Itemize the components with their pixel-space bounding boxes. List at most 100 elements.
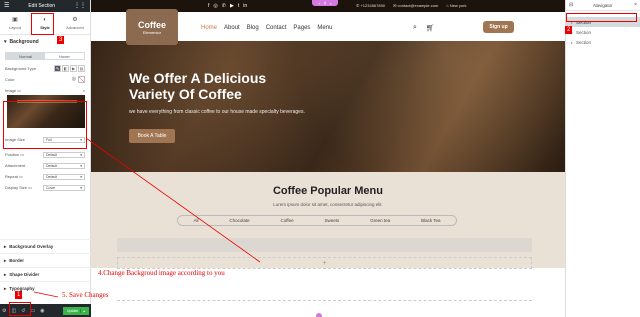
linkedin-icon[interactable]: in bbox=[243, 3, 247, 9]
menu-item-pages[interactable]: Pages bbox=[293, 25, 310, 31]
close-icon[interactable]: × bbox=[329, 1, 331, 6]
navigator-item-section-3[interactable]: ▸ Section bbox=[566, 37, 640, 47]
section-background-overlay[interactable]: ▸ Background Overlay bbox=[0, 239, 91, 253]
facebook-icon[interactable]: f bbox=[208, 3, 209, 9]
image-label-text: Image bbox=[5, 88, 17, 93]
hamburger-icon[interactable]: ☰ bbox=[4, 3, 9, 9]
section-edit-handle[interactable]: + ⠿ × bbox=[312, 0, 338, 6]
globe-icon[interactable]: ◎ bbox=[72, 76, 76, 83]
monitor-icon: ▭ bbox=[20, 152, 25, 157]
background-type-row: Background Type ✎ ◧ ▶ ▤ bbox=[0, 63, 90, 74]
twitter-icon[interactable]: t bbox=[238, 3, 239, 9]
color-label: Color bbox=[5, 77, 15, 82]
section-border[interactable]: ▸ Border bbox=[0, 253, 91, 267]
position-value: Default bbox=[46, 152, 58, 157]
annotation-step4-text: 4.Change Backgroud image according to yo… bbox=[98, 269, 225, 277]
youtube-icon[interactable]: ▶ bbox=[230, 3, 234, 9]
annotation-badge-1: 1 bbox=[15, 291, 23, 299]
responsive-icon[interactable]: ▭ bbox=[30, 308, 35, 314]
state-toggle: Normal Hover bbox=[5, 52, 85, 60]
gradient-icon[interactable]: ◧ bbox=[62, 65, 69, 72]
instagram-icon[interactable]: ◎ bbox=[213, 3, 217, 9]
history-icon[interactable]: ↺ bbox=[21, 308, 25, 314]
eye-icon[interactable]: ◉ bbox=[40, 308, 44, 314]
plus-icon[interactable]: + bbox=[318, 1, 320, 6]
position-select[interactable]: Default ▾ bbox=[43, 151, 85, 158]
menu-item-home[interactable]: Home bbox=[201, 25, 217, 31]
popular-menu-title: Coffee Popular Menu bbox=[272, 185, 383, 197]
navigator-item-section-1[interactable]: ▸ Section bbox=[566, 17, 640, 27]
category-all[interactable]: All bbox=[193, 218, 198, 223]
move-icon[interactable]: ⠿ bbox=[324, 1, 327, 6]
section-shape-divider-label: Shape Divider bbox=[9, 272, 40, 277]
menu-item-about[interactable]: About bbox=[224, 25, 240, 31]
contact-phone-text: +1234567890 bbox=[360, 3, 386, 8]
video-icon[interactable]: ▶ bbox=[70, 65, 77, 72]
grid-icon[interactable]: ⋮⋮ bbox=[74, 3, 86, 9]
hero-subtitle: we have everything from classic coffee t… bbox=[129, 109, 305, 115]
category-coffee[interactable]: Coffee bbox=[280, 218, 293, 223]
category-black-tea[interactable]: Black Tea bbox=[421, 218, 440, 223]
image-size-select[interactable]: Full ▾ bbox=[43, 136, 85, 143]
state-normal-tab[interactable]: Normal bbox=[6, 53, 45, 59]
category-chocolate[interactable]: Chocolate bbox=[229, 218, 249, 223]
settings-icon[interactable]: ⚙ bbox=[2, 308, 6, 314]
menu-item-blog[interactable]: Blog bbox=[247, 25, 259, 31]
slideshow-icon[interactable]: ▤ bbox=[78, 65, 85, 72]
attachment-select[interactable]: Default ▾ bbox=[43, 162, 85, 169]
position-label: Position bbox=[5, 152, 20, 157]
navigator-panel: ⊟ Navigator × ▸Section ▸Section ▸Section bbox=[565, 0, 640, 317]
image-label-row: Image ▭ × bbox=[5, 88, 85, 93]
contact-address: ⌂ New york bbox=[446, 3, 467, 8]
tab-advanced[interactable]: ⚙ Advanced bbox=[60, 12, 90, 34]
background-heading[interactable]: ▾ Background bbox=[0, 35, 90, 49]
layers-icon[interactable]: ◫ bbox=[11, 308, 16, 314]
annotation-badge-2: 2 bbox=[565, 26, 573, 34]
annotation-badge-3: 3 bbox=[57, 36, 65, 44]
hero-title: We Offer A Delicious Variety Of Coffee bbox=[129, 70, 329, 102]
repeat-select[interactable]: Default ▾ bbox=[43, 173, 85, 180]
chevron-down-icon: ▾ bbox=[80, 137, 82, 142]
background-type-label: Background Type bbox=[5, 66, 37, 71]
add-section-row[interactable]: + bbox=[117, 257, 532, 269]
image-size-row: Image Size Full ▾ bbox=[0, 134, 90, 145]
color-swatch[interactable] bbox=[78, 76, 85, 83]
attachment-label: Attachment bbox=[5, 163, 26, 168]
caret-right-icon: ▸ bbox=[4, 271, 7, 277]
close-icon[interactable]: × bbox=[83, 88, 85, 93]
tab-layout[interactable]: ▣ Layout bbox=[0, 12, 30, 34]
category-sweets[interactable]: Sweets bbox=[325, 218, 340, 223]
repeat-row: Repeat ▭ Default ▾ bbox=[0, 171, 90, 182]
close-icon[interactable]: × bbox=[634, 2, 637, 8]
search-icon[interactable]: ⌕ bbox=[413, 24, 417, 32]
menu-item-menu[interactable]: Menu bbox=[317, 25, 332, 31]
tab-advanced-label: Advanced bbox=[66, 25, 84, 30]
cart-icon[interactable]: 🛒︎ bbox=[426, 24, 435, 32]
background-image-thumbnail[interactable] bbox=[7, 95, 85, 128]
display-size-value: Cover bbox=[46, 185, 56, 190]
brush-icon[interactable]: ✎ bbox=[54, 65, 61, 72]
section-shape-divider[interactable]: ▸ Shape Divider bbox=[0, 267, 91, 281]
tab-layout-label: Layout bbox=[8, 25, 21, 30]
navigator-item-label: Section bbox=[576, 39, 592, 45]
logo-subtitle: Elementor bbox=[142, 29, 162, 35]
logo-title: Coffee bbox=[137, 19, 166, 30]
expand-icon[interactable]: ⊟ bbox=[569, 2, 573, 8]
position-row: Position ▭ Default ▾ bbox=[0, 149, 90, 160]
signup-button[interactable]: Sign up bbox=[483, 21, 514, 33]
display-size-select[interactable]: Cover ▾ bbox=[43, 184, 85, 191]
book-table-button[interactable]: Book A Table bbox=[129, 129, 175, 143]
whatsapp-icon[interactable]: ✆ bbox=[222, 3, 226, 9]
update-button-label: Update bbox=[66, 308, 79, 313]
chevron-down-icon: ▾ bbox=[80, 163, 82, 168]
update-button[interactable]: Update ▴ bbox=[62, 306, 89, 315]
category-green-tea[interactable]: Green tea bbox=[370, 218, 390, 223]
section-background-overlay-label: Background Overlay bbox=[9, 244, 54, 249]
repeat-label: Repeat bbox=[5, 174, 18, 179]
menu-item-contact[interactable]: Contact bbox=[266, 25, 287, 31]
navigator-item-section-2[interactable]: ▸Section bbox=[566, 27, 640, 37]
add-element-handle[interactable] bbox=[316, 313, 322, 317]
state-hover-tab[interactable]: Hover bbox=[45, 53, 84, 59]
tab-style[interactable]: ◐ Style bbox=[30, 12, 60, 34]
site-logo[interactable]: Coffee Elementor bbox=[126, 9, 178, 45]
